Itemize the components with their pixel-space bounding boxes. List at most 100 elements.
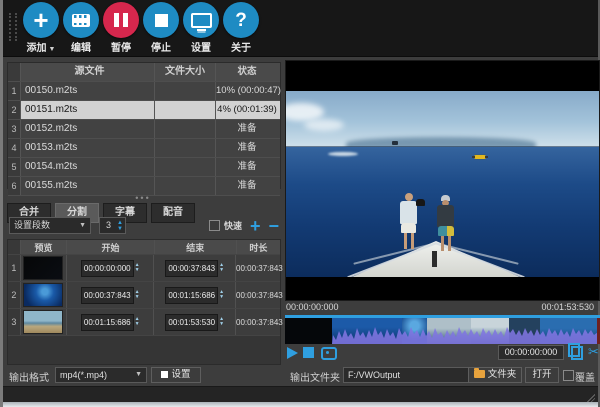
pause-label: 暂停 — [111, 43, 131, 54]
segment-thumbnail — [23, 283, 64, 307]
duration-value: 00:00:37:843 — [236, 290, 283, 300]
scissors-icon[interactable]: ✂ — [588, 344, 599, 360]
col-duration: 时长 — [249, 242, 268, 253]
segment-row[interactable]: 3 00:01:15:686 ▲ ▼ 00:01:53:530 ▲ ▼ 00:00:37… — [8, 309, 283, 336]
main-toolbar: + 添加 ▼ 编辑 暂停 停止 设置 ? 关于 — [3, 0, 598, 57]
timeline-end-time: 00:01:53:530 — [541, 302, 594, 312]
output-options-bar: 输出格式 mp4(*.mp4) ▼ 设置 输出文件夹 F:/VWOutput 文… — [3, 367, 598, 385]
add-button[interactable]: + 添加 ▼ — [21, 2, 61, 54]
col-end: 结束 — [155, 240, 237, 254]
spinner-arrows-icon[interactable]: ▲ ▼ — [135, 290, 140, 300]
open-folder-button[interactable]: 打开 — [525, 367, 559, 383]
panel-splitter-handle[interactable]: ••• — [133, 193, 153, 203]
output-folder-field[interactable]: F:/VWOutput — [343, 367, 469, 383]
toolbar-grip-handle[interactable] — [9, 13, 17, 41]
format-settings-button[interactable]: 设置 — [151, 367, 201, 383]
video-preview — [285, 60, 600, 301]
table-row[interactable]: 4 00153.m2ts 准备 — [8, 139, 280, 158]
split-controls: 设置段数 ▼ 3 ▲ ▼ 快速 + − — [7, 216, 281, 235]
spinner-arrows-icon[interactable]: ▲ ▼ — [219, 290, 224, 300]
col-start: 开始 — [67, 240, 155, 254]
stop-button[interactable]: 停止 — [141, 2, 181, 54]
folder-icon — [473, 368, 485, 379]
video-frame — [286, 91, 599, 277]
start-time-field[interactable]: 00:00:37:843 — [80, 286, 134, 304]
duration-value: 00:00:37:843 — [236, 317, 283, 327]
spinner-arrows-icon[interactable]: ▲ ▼ — [135, 263, 140, 273]
start-time-field[interactable]: 00:00:00:000 — [80, 259, 134, 277]
timeline-strip[interactable] — [285, 315, 600, 344]
status-badge: 4% (00:01:39) — [217, 104, 277, 115]
timeline-start-time: 00:00:00:000 — [286, 302, 339, 312]
copy-icon[interactable] — [568, 343, 583, 360]
duration-value: 00:00:37:843 — [236, 263, 283, 273]
col-status[interactable]: 状态 — [216, 63, 278, 81]
about-button[interactable]: ? 关于 — [221, 2, 261, 54]
fast-mode-checkbox[interactable] — [208, 220, 220, 231]
stop-icon — [154, 13, 168, 27]
pause-icon — [114, 13, 128, 27]
resize-grip[interactable] — [586, 393, 595, 402]
segment-row[interactable]: 1 00:00:00:000 ▲ ▼ 00:00:37:843 ▲ ▼ 00:00:37… — [8, 255, 283, 282]
settings-button[interactable]: 设置 — [181, 2, 221, 54]
audio-waveform — [332, 327, 598, 344]
remove-segment-button[interactable]: − — [268, 217, 279, 235]
window-bottom-edge — [3, 402, 598, 407]
fast-mode-label: 快速 — [223, 221, 242, 231]
segment-count-stepper[interactable]: 3 ▲ ▼ — [99, 217, 126, 234]
end-time-field[interactable]: 00:00:37:843 — [165, 259, 219, 277]
player-controls: 00:00:00:000 ✂ — [285, 343, 600, 362]
monitor-icon — [190, 12, 212, 31]
table-row-selected[interactable]: 2 00151.m2ts 4% (00:01:39) — [8, 101, 280, 120]
output-format-label: 输出格式 — [9, 373, 49, 384]
col-preview: 预览 — [21, 240, 68, 254]
spinner-arrows-icon[interactable]: ▲ ▼ — [219, 317, 224, 327]
yellow-drone — [472, 155, 488, 159]
status-badge: 10% (00:00:47) — [216, 85, 281, 96]
camera — [416, 199, 425, 206]
choose-folder-button[interactable]: 文件夹 — [468, 367, 522, 383]
spinner-arrows-icon[interactable]: ▲ ▼ — [219, 263, 224, 273]
snapshot-icon[interactable] — [321, 347, 337, 360]
spinner-arrows-icon[interactable]: ▲ ▼ — [135, 317, 140, 327]
file-table-header: 源文件 文件大小 状态 — [8, 63, 280, 82]
edit-label: 编辑 — [71, 43, 91, 54]
table-row[interactable]: 5 00154.m2ts 准备 — [8, 158, 280, 177]
end-time-field[interactable]: 00:01:15:686 — [165, 286, 219, 304]
status-badge: 准备 — [237, 123, 257, 134]
film-icon — [72, 13, 90, 27]
play-icon[interactable] — [287, 347, 298, 359]
chevron-down-icon: ▼ — [135, 371, 142, 378]
table-row[interactable]: 1 00150.m2ts 10% (00:00:47) — [8, 82, 281, 101]
end-time-field[interactable]: 00:01:53:530 — [165, 313, 219, 331]
pause-button[interactable]: 暂停 — [101, 2, 141, 54]
about-label: 关于 — [231, 43, 251, 54]
add-segment-button[interactable]: + — [250, 217, 261, 235]
edit-button[interactable]: 编辑 — [61, 2, 101, 54]
col-file-size[interactable]: 文件大小 — [155, 63, 216, 81]
segment-thumbnail — [23, 256, 64, 280]
status-badge: 准备 — [237, 161, 257, 172]
chevron-down-icon: ▼ — [79, 222, 86, 229]
split-segments-table: 预览 开始 结束 时长 1 00:00:00:000 ▲ ▼ 00:00:37:84… — [7, 239, 283, 365]
segment-row[interactable]: 2 00:00:37:843 ▲ ▼ 00:01:15:686 ▲ ▼ 00:00:37… — [8, 282, 283, 309]
boat-wake — [328, 152, 358, 156]
segment-mode-select[interactable]: 设置段数 ▼ — [9, 217, 91, 234]
anchor-winch — [432, 251, 437, 267]
stop-playback-icon[interactable] — [303, 347, 314, 358]
settings-label: 设置 — [191, 43, 211, 54]
overwrite-checkbox[interactable] — [563, 370, 574, 381]
col-source-file[interactable]: 源文件 — [21, 63, 155, 81]
output-format-select[interactable]: mp4(*.mp4) ▼ — [55, 367, 147, 383]
distant-boat — [392, 141, 398, 145]
table-row[interactable]: 3 00152.m2ts 准备 — [8, 120, 280, 139]
current-time-field[interactable]: 00:00:00:000 — [498, 345, 564, 360]
start-time-field[interactable]: 00:01:15:686 — [80, 313, 134, 331]
overwrite-label: 覆盖 — [575, 373, 595, 384]
settings-square-icon — [161, 370, 169, 378]
add-label: 添加 — [26, 43, 47, 54]
split-table-header: 预览 开始 结束 时长 — [8, 240, 280, 255]
status-badge: 准备 — [237, 142, 257, 153]
status-bar — [3, 386, 598, 403]
segment-thumbnail — [23, 310, 64, 334]
